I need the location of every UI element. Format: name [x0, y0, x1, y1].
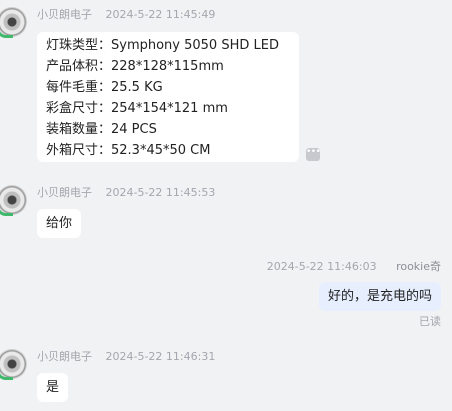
message-bubble[interactable]: 好的，是充电的吗 [318, 282, 441, 311]
more-dots-icon[interactable]: ••• [306, 148, 321, 161]
message-meta: 小贝朗电子 2024-5-22 11:46:31 [37, 348, 215, 364]
message-time: 2024-5-22 11:45:49 [105, 8, 216, 21]
sender-name: 小贝朗电子 [37, 186, 92, 199]
message-time: 2024-5-22 11:46:31 [105, 350, 216, 363]
sender-name: 小贝朗电子 [37, 350, 92, 363]
message-line: 每件毛重：25.5 KG [46, 80, 163, 95]
message-text: 给你 [46, 216, 73, 231]
avatar[interactable] [0, 186, 26, 216]
sender-name: rookie奇 [396, 260, 441, 273]
message-text: 好的，是充电的吗 [327, 289, 432, 304]
message-line: 灯珠类型：Symphony 5050 SHD LED [46, 38, 279, 53]
read-status: 已读 [419, 315, 441, 328]
sender-name: 小贝朗电子 [37, 8, 92, 21]
avatar[interactable] [0, 8, 26, 38]
message-line: 产品体积：228*128*115mm [46, 59, 224, 74]
avatar[interactable] [0, 350, 26, 380]
message-time: 2024-5-22 11:45:53 [105, 186, 216, 199]
message-meta: 小贝朗电子 2024-5-22 11:45:53 [37, 184, 215, 200]
message-time: 2024-5-22 11:46:03 [266, 260, 377, 273]
message-text: 是 [46, 380, 60, 395]
message-line: 外箱尺寸：52.3*45*50 CM [46, 143, 211, 158]
message-bubble[interactable]: 给你 [37, 209, 82, 238]
message-meta: 2024-5-22 11:46:03 rookie奇 [267, 258, 441, 274]
message-bubble[interactable]: 灯珠类型：Symphony 5050 SHD LED 产品体积：228*128*… [37, 32, 299, 162]
message-bubble[interactable]: 是 [37, 373, 69, 402]
message-meta: 小贝朗电子 2024-5-22 11:45:49 [37, 6, 215, 22]
message-line: 装箱数量：24 PCS [46, 122, 157, 137]
message-line: 彩盒尺寸：254*154*121 mm [46, 101, 228, 116]
